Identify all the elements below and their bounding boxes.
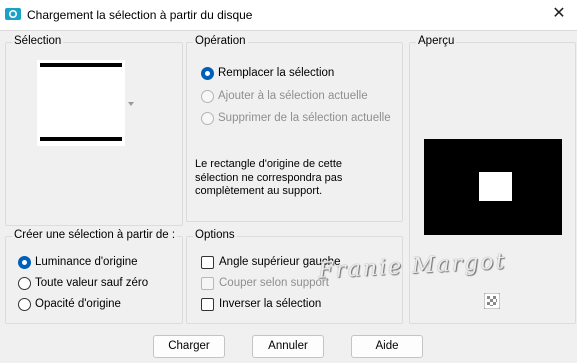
radio-any-nonzero[interactable]: Toute valeur sauf zéro: [18, 275, 148, 291]
preview-group-label: Aperçu: [416, 35, 457, 47]
checkbox-indicator: [201, 255, 214, 269]
radio-indicator: [18, 276, 31, 290]
radio-label: Luminance d'origine: [35, 256, 138, 268]
selection-group-label: Sélection: [12, 35, 64, 47]
radio-label: Opacité d'origine: [35, 298, 121, 310]
create-from-group-label: Créer une sélection à partir de :: [12, 229, 178, 241]
checkbox-indicator: [201, 276, 214, 290]
selection-thumbnail[interactable]: [37, 60, 125, 146]
radio-replace-selection[interactable]: Remplacer la sélection: [201, 65, 334, 81]
psp-selection-icon: [5, 8, 21, 20]
checkbox-label: Inverser la sélection: [219, 298, 322, 310]
operation-group: Opération Remplacer la sélection Ajouter…: [186, 35, 403, 222]
radio-indicator: [201, 66, 214, 80]
title-bar: Chargement la sélection à partir du disq…: [0, 0, 577, 31]
radio-add-selection[interactable]: Ajouter à la sélection actuelle: [201, 88, 368, 104]
radio-label: Remplacer la sélection: [218, 67, 335, 79]
cancel-button[interactable]: Annuler: [252, 335, 324, 358]
checkbox-crop-to-canvas[interactable]: Couper selon support: [201, 275, 329, 291]
selection-group: Sélection: [5, 35, 183, 226]
close-button[interactable]: ✕: [547, 4, 571, 24]
preview-group: Aperçu: [409, 35, 576, 324]
thumbnail-top-band: [40, 63, 122, 67]
radio-subtract-selection[interactable]: Supprimer de la sélection actuelle: [201, 110, 391, 126]
radio-source-luminance[interactable]: Luminance d'origine: [18, 254, 138, 270]
checkbox-indicator: [201, 297, 214, 311]
load-button[interactable]: Charger: [153, 335, 225, 358]
radio-indicator: [18, 255, 31, 269]
operation-group-label: Opération: [193, 35, 248, 47]
checkbox-label: Couper selon support: [219, 277, 329, 289]
radio-indicator: [18, 297, 31, 311]
radio-source-opacity[interactable]: Opacité d'origine: [18, 296, 121, 312]
options-group-label: Options: [193, 229, 237, 241]
radio-indicator: [201, 89, 214, 103]
dropdown-arrow-icon[interactable]: [128, 102, 134, 106]
thumbnail-bottom-band: [40, 137, 122, 141]
window-title: Chargement la sélection à partir du disq…: [27, 8, 253, 22]
help-button[interactable]: Aide: [351, 335, 423, 358]
preview-selection-rect: [479, 172, 512, 201]
transparency-checker-icon[interactable]: [484, 293, 500, 309]
checkbox-invert-selection[interactable]: Inverser la sélection: [201, 296, 321, 312]
preview-canvas: [424, 139, 562, 235]
radio-label: Ajouter à la sélection actuelle: [218, 90, 368, 102]
radio-label: Supprimer de la sélection actuelle: [218, 112, 391, 124]
radio-indicator: [201, 111, 214, 125]
mismatch-warning-text: Le rectangle d'origine de cette sélectio…: [195, 158, 343, 197]
radio-label: Toute valeur sauf zéro: [35, 277, 149, 289]
create-from-group: Créer une sélection à partir de : Lumina…: [5, 229, 183, 324]
